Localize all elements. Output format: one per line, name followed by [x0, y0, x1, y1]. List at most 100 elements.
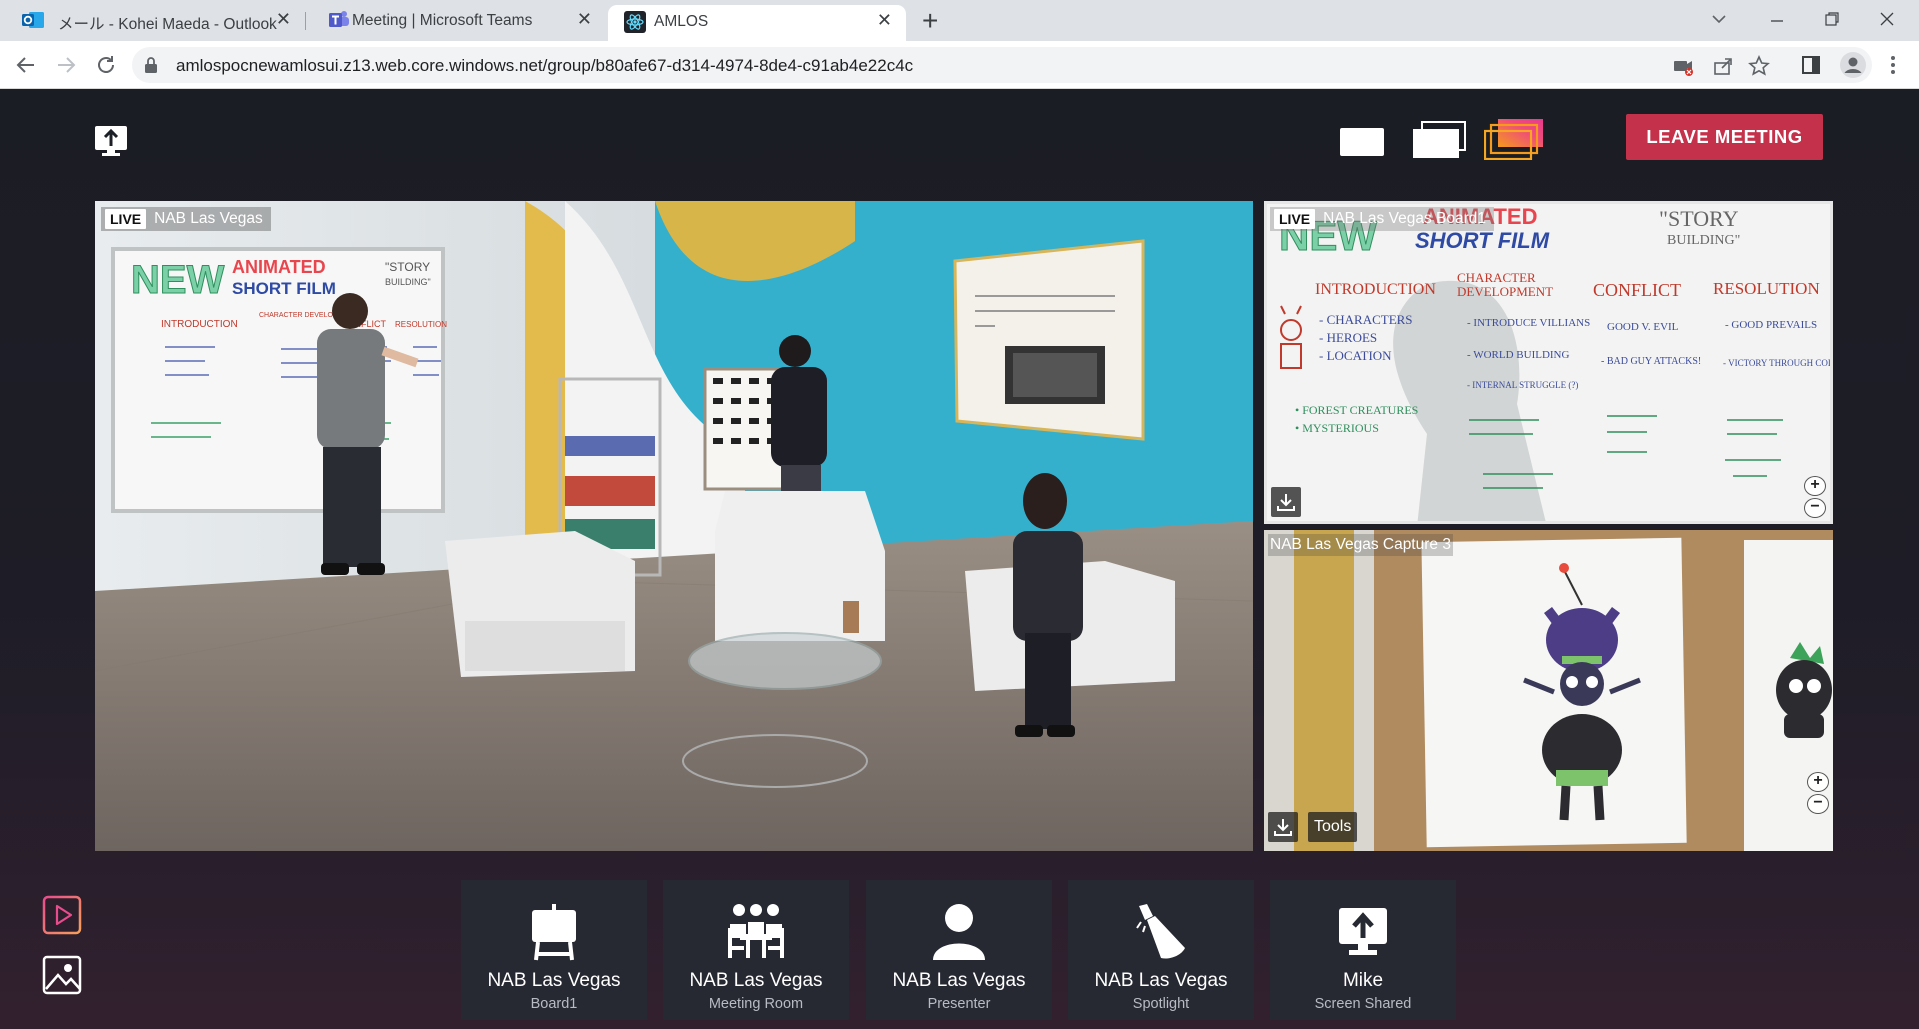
tools-button[interactable]: Tools — [1308, 812, 1358, 842]
tab-title: メール - Kohei Maeda - Outlook — [58, 16, 277, 33]
tab-teams[interactable]: Meeting | Microsoft Teams ✕ — [306, 0, 606, 41]
whiteboard-scene: NEW ANIMATED SHORT FILM "STORY BUILDING"… — [1279, 204, 1833, 521]
whiteboard-icon — [532, 904, 576, 961]
screen-share-icon — [1339, 908, 1387, 955]
close-icon[interactable]: ✕ — [577, 9, 592, 30]
source-sub: Screen Shared — [1314, 996, 1412, 1012]
chevron-down-icon[interactable] — [1710, 12, 1728, 26]
source-tile-screen-share[interactable]: Mike Screen Shared — [1270, 880, 1456, 1020]
board-resolution-line: - GOOD PREVAILS — [1725, 319, 1817, 331]
zoom-in-icon[interactable]: + — [1807, 772, 1829, 792]
board-dev-line: - INTERNAL STRUGGLE (?) — [1467, 380, 1578, 390]
menu-icon[interactable] — [1882, 54, 1904, 76]
board-col-dev-2: DEVELOPMENT — [1457, 284, 1553, 299]
source-tile-presenter[interactable]: NAB Las Vegas Presenter — [866, 880, 1052, 1020]
tab-outlook[interactable]: メール - Kohei Maeda - Outlook ✕ — [0, 0, 305, 41]
source-name: NAB Las Vegas — [689, 970, 823, 991]
live-badge: LIVE — [1274, 209, 1316, 229]
back-icon[interactable] — [12, 51, 40, 79]
tab-title: Meeting | Microsoft Teams — [352, 12, 533, 29]
tab-amlos[interactable]: AMLOS ✕ — [608, 5, 906, 41]
source-sub: Presenter — [927, 996, 991, 1012]
feed-title: NAB Las Vegas Board1 — [1323, 210, 1486, 227]
close-icon[interactable]: ✕ — [276, 9, 291, 30]
browser-toolbar: amlospocnewamlosui.z13.web.core.windows.… — [0, 41, 1919, 89]
whiteboard-col-intro: INTRODUCTION — [161, 319, 238, 330]
source-sub: Spotlight — [1132, 996, 1190, 1012]
forward-icon[interactable] — [52, 51, 80, 79]
source-tile-spotlight[interactable]: NAB Las Vegas Spotlight — [1068, 880, 1254, 1020]
whiteboard-title-new: NEW — [131, 258, 225, 302]
person-icon — [933, 904, 985, 960]
close-icon[interactable]: ✕ — [877, 10, 892, 31]
new-tab-button[interactable]: + — [922, 5, 938, 37]
leave-meeting-button[interactable]: LEAVE MEETING — [1626, 114, 1823, 160]
board-col-intro: INTRODUCTION — [1315, 281, 1436, 298]
zoom-control: + − — [1807, 772, 1829, 816]
source-tile-meeting-room[interactable]: NAB Las Vegas Meeting Room — [663, 880, 849, 1020]
amlos-app: LEAVE MEETING NEW ANIMATED SHORT FILM "S… — [0, 89, 1919, 1029]
layout-stack-icon[interactable] — [1484, 118, 1544, 160]
teams-icon — [329, 11, 349, 27]
source-tile-board[interactable]: NAB Las Vegas Board1 — [461, 880, 647, 1020]
board-dev-line: - WORLD BUILDING — [1467, 349, 1570, 361]
whiteboard-title-animated: ANIMATED — [232, 257, 326, 277]
play-media-icon[interactable] — [42, 895, 82, 935]
feed-label-capture: NAB Las Vegas Capture 3 — [1268, 534, 1453, 556]
whiteboard-building: BUILDING" — [385, 277, 431, 287]
board-col-dev-1: CHARACTER — [1457, 270, 1536, 285]
spotlight-icon — [1136, 904, 1185, 959]
side-panel-icon[interactable] — [1800, 54, 1822, 76]
capture-scene — [1264, 530, 1833, 851]
avatar[interactable] — [1840, 52, 1866, 78]
board-resolution-line: - VICTORY THROUGH COLLABORATION!! — [1723, 358, 1833, 368]
source-name: NAB Las Vegas — [1094, 970, 1228, 991]
board-story: "STORY — [1659, 206, 1739, 231]
board-col-conflict: CONFLICT — [1593, 280, 1681, 300]
camera-blocked-icon[interactable] — [1672, 55, 1694, 77]
board-dev-line: - INTRODUCE VILLIANS — [1467, 317, 1590, 329]
board-intro-line: - HEROES — [1319, 330, 1377, 345]
share-icon[interactable] — [1712, 55, 1734, 77]
reload-icon[interactable] — [92, 51, 120, 79]
source-name: NAB Las Vegas — [892, 970, 1026, 991]
feed-label-board: LIVE NAB Las Vegas Board1 — [1270, 207, 1494, 231]
download-button[interactable] — [1271, 487, 1301, 517]
upload-screen-icon[interactable] — [93, 122, 129, 158]
react-icon — [624, 11, 646, 33]
tab-title: AMLOS — [654, 13, 709, 30]
zoom-in-icon[interactable]: + — [1804, 476, 1826, 496]
source-name: NAB Las Vegas — [487, 970, 621, 991]
board-intro-line: - LOCATION — [1319, 348, 1392, 363]
download-icon — [1274, 819, 1292, 836]
meeting-room-icon — [728, 904, 784, 958]
image-icon[interactable] — [42, 955, 82, 995]
zoom-out-icon[interactable]: − — [1807, 794, 1829, 814]
restore-icon[interactable] — [1823, 10, 1841, 28]
board-video-feed[interactable]: NEW ANIMATED SHORT FILM "STORY BUILDING"… — [1264, 201, 1833, 524]
board-note: • MYSTERIOUS — [1295, 421, 1379, 435]
board-conflict-line: - BAD GUY ATTACKS! — [1601, 356, 1701, 367]
close-window-icon[interactable] — [1878, 10, 1896, 28]
board-conflict-line: GOOD V. EVIL — [1607, 321, 1679, 333]
board-col-resolution: RESOLUTION — [1713, 279, 1820, 298]
board-note: • FOREST CREATURES — [1295, 403, 1418, 417]
layout-single-icon[interactable] — [1340, 128, 1384, 156]
lock-icon[interactable] — [144, 56, 158, 74]
url-text[interactable]: amlospocnewamlosui.z13.web.core.windows.… — [176, 56, 913, 76]
minimize-icon[interactable] — [1768, 12, 1786, 30]
browser-tab-bar: メール - Kohei Maeda - Outlook ✕ Meeting | … — [0, 0, 1919, 41]
feed-label-main: LIVE NAB Las Vegas — [101, 207, 271, 231]
board-title-short-film: SHORT FILM — [1415, 228, 1550, 253]
live-badge: LIVE — [105, 209, 147, 229]
download-button[interactable] — [1268, 812, 1298, 842]
capture-video-feed[interactable]: NAB Las Vegas Capture 3 Tools + − — [1264, 530, 1833, 851]
main-video-feed[interactable]: NEW ANIMATED SHORT FILM "STORY BUILDING"… — [95, 201, 1253, 851]
feed-title: NAB Las Vegas — [154, 210, 263, 227]
star-icon[interactable] — [1748, 55, 1770, 77]
address-bar[interactable]: amlospocnewamlosui.z13.web.core.windows.… — [132, 47, 1872, 83]
zoom-out-icon[interactable]: − — [1804, 498, 1826, 518]
layout-double-icon[interactable] — [1412, 121, 1466, 159]
whiteboard-title-short-film: SHORT FILM — [232, 279, 336, 298]
board-intro-line: - CHARACTERS — [1319, 312, 1413, 327]
